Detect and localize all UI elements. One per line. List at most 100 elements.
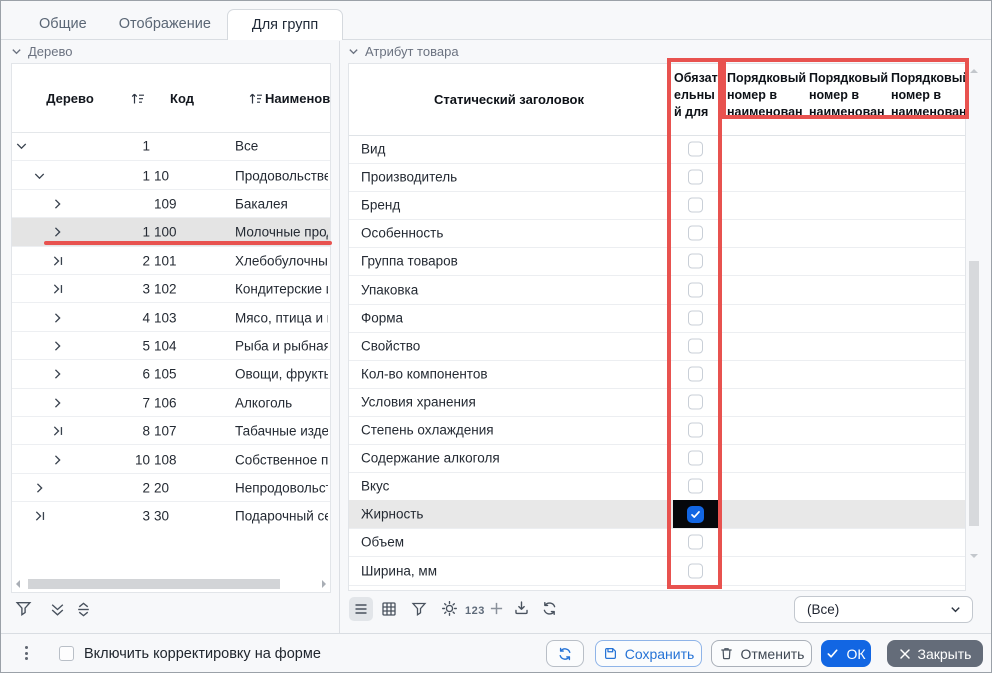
close-button[interactable]: Закрыть bbox=[887, 640, 983, 667]
scroll-up-arrow[interactable] bbox=[970, 69, 978, 73]
attribute-row[interactable]: Бренд bbox=[349, 191, 965, 220]
expand-node-icon[interactable] bbox=[50, 310, 65, 325]
attribute-row[interactable]: Особенность bbox=[349, 219, 965, 248]
tree-row[interactable]: 220Непродовольстве bbox=[12, 473, 330, 502]
expand-node-icon[interactable] bbox=[32, 480, 47, 495]
tree-row[interactable]: 6105Овощи, фрукты bbox=[12, 359, 330, 388]
save-button[interactable]: Сохранить bbox=[595, 640, 702, 667]
expand-all-icon[interactable] bbox=[49, 601, 66, 618]
sort-ascending-icon[interactable] bbox=[248, 91, 263, 106]
required-checkbox[interactable] bbox=[687, 506, 704, 523]
column-header-order-3[interactable]: Порядковый номер в наименован bbox=[891, 70, 967, 121]
required-checkbox[interactable] bbox=[688, 366, 703, 381]
collapse-node-icon[interactable] bbox=[14, 139, 29, 154]
attribute-row[interactable]: Кол-во компонентов bbox=[349, 360, 965, 389]
required-checkbox[interactable] bbox=[688, 310, 703, 325]
required-checkbox[interactable] bbox=[688, 338, 703, 353]
tree-row[interactable]: 110Продовольственн bbox=[12, 160, 330, 189]
tree-row[interactable]: 10108Собственное про bbox=[12, 444, 330, 473]
sort-ascending-icon[interactable] bbox=[130, 91, 145, 106]
required-checkbox[interactable] bbox=[688, 563, 703, 578]
form-adjustment-checkbox[interactable] bbox=[59, 646, 74, 661]
expand-node-leaf-icon[interactable] bbox=[32, 509, 47, 524]
list-view-toggle[interactable] bbox=[349, 597, 373, 621]
kebab-menu-icon[interactable] bbox=[25, 646, 28, 660]
expand-node-leaf-icon[interactable] bbox=[50, 253, 65, 268]
panel-divider[interactable] bbox=[339, 41, 340, 633]
collapse-node-icon[interactable] bbox=[32, 168, 47, 183]
tree-row[interactable]: 1Все bbox=[12, 132, 330, 160]
attributes-section-header[interactable]: Атрибут товара bbox=[348, 44, 459, 59]
required-checkbox[interactable] bbox=[688, 226, 703, 241]
attribute-row[interactable]: Производитель bbox=[349, 163, 965, 192]
required-checkbox[interactable] bbox=[688, 451, 703, 466]
scroll-down-arrow[interactable] bbox=[970, 554, 978, 558]
tree-row[interactable]: 7106Алкоголь bbox=[12, 388, 330, 417]
add-icon[interactable] bbox=[489, 601, 504, 616]
tree-row[interactable]: 330Подарочный сер bbox=[12, 501, 330, 530]
tab-for-groups[interactable]: Для групп bbox=[227, 9, 343, 40]
expand-node-icon[interactable] bbox=[50, 452, 65, 467]
attribute-row[interactable]: Вкус bbox=[349, 472, 965, 501]
expand-node-icon[interactable] bbox=[50, 367, 65, 382]
cancel-button[interactable]: Отменить bbox=[711, 640, 812, 667]
expand-node-icon[interactable] bbox=[50, 196, 65, 211]
tree-row[interactable]: 109Бакалея bbox=[12, 189, 330, 218]
horizontal-scrollbar[interactable] bbox=[14, 578, 328, 590]
column-header-order-1[interactable]: Порядковый номер в наименован bbox=[727, 70, 807, 121]
collapse-expand-icon[interactable] bbox=[75, 601, 92, 618]
group-filter-dropdown[interactable]: (Все) bbox=[794, 596, 973, 623]
required-checkbox[interactable] bbox=[688, 479, 703, 494]
table-view-icon[interactable] bbox=[381, 601, 397, 617]
tree-row[interactable]: 8107Табачные издели bbox=[12, 416, 330, 445]
scrollbar-thumb[interactable] bbox=[969, 261, 979, 526]
tree-row[interactable]: 5104Рыба и рыбная га bbox=[12, 331, 330, 360]
expand-node-icon[interactable] bbox=[50, 395, 65, 410]
expand-node-icon[interactable] bbox=[50, 225, 65, 240]
scroll-right-arrow[interactable] bbox=[322, 580, 326, 588]
tree-row[interactable]: 4103Мясо, птица и мя bbox=[12, 302, 330, 331]
required-checkbox[interactable] bbox=[688, 254, 703, 269]
column-header-tree[interactable]: Дерево bbox=[30, 64, 110, 132]
column-header-code[interactable]: Код bbox=[160, 64, 204, 132]
tree-row[interactable]: 3102Кондитерские из bbox=[12, 274, 330, 303]
download-icon[interactable] bbox=[513, 600, 530, 617]
vertical-scrollbar[interactable] bbox=[968, 65, 981, 571]
attribute-row[interactable]: Форма bbox=[349, 304, 965, 333]
refresh-icon[interactable] bbox=[541, 600, 558, 617]
gear-icon[interactable] bbox=[441, 600, 458, 617]
ok-button[interactable]: ОК bbox=[821, 640, 871, 667]
tab-general[interactable]: Общие bbox=[23, 9, 103, 39]
column-header-static-title[interactable]: Статический заголовок bbox=[349, 64, 669, 135]
tree-row[interactable]: 2101Хлебобулочные и bbox=[12, 246, 330, 275]
refresh-button[interactable] bbox=[546, 640, 584, 667]
attribute-row[interactable]: Группа товаров bbox=[349, 247, 965, 276]
required-checkbox[interactable] bbox=[688, 535, 703, 550]
expand-node-leaf-icon[interactable] bbox=[50, 424, 65, 439]
numeric-format-icon[interactable]: 123 bbox=[465, 605, 485, 617]
required-checkbox[interactable] bbox=[688, 423, 703, 438]
required-checkbox[interactable] bbox=[688, 282, 703, 297]
required-checkbox[interactable] bbox=[688, 142, 703, 157]
scrollbar-thumb[interactable] bbox=[28, 579, 280, 589]
column-header-order-2[interactable]: Порядковый номер в наименован bbox=[809, 70, 889, 121]
filter-icon[interactable] bbox=[15, 600, 32, 617]
scroll-left-arrow[interactable] bbox=[16, 580, 20, 588]
column-header-name[interactable]: Наименова bbox=[265, 64, 330, 132]
attribute-row[interactable]: Условия хранения bbox=[349, 388, 965, 417]
required-checkbox[interactable] bbox=[688, 394, 703, 409]
attribute-row[interactable]: Жирность bbox=[349, 500, 965, 529]
filter-icon[interactable] bbox=[411, 601, 427, 617]
attribute-row[interactable]: Свойство bbox=[349, 332, 965, 361]
tree-section-header[interactable]: Дерево bbox=[11, 44, 72, 59]
column-header-required[interactable]: Обязательный для bbox=[674, 70, 720, 121]
attribute-row[interactable]: Содержание алкоголя bbox=[349, 444, 965, 473]
attribute-row[interactable]: Упаковка bbox=[349, 276, 965, 305]
attribute-row[interactable]: Вид bbox=[349, 135, 965, 164]
expand-node-leaf-icon[interactable] bbox=[50, 282, 65, 297]
attribute-row[interactable]: Ширина, мм bbox=[349, 557, 965, 586]
required-checkbox[interactable] bbox=[688, 198, 703, 213]
attribute-row[interactable]: Степень охлаждения bbox=[349, 416, 965, 445]
expand-node-icon[interactable] bbox=[50, 338, 65, 353]
attribute-row[interactable]: Объем bbox=[349, 528, 965, 557]
